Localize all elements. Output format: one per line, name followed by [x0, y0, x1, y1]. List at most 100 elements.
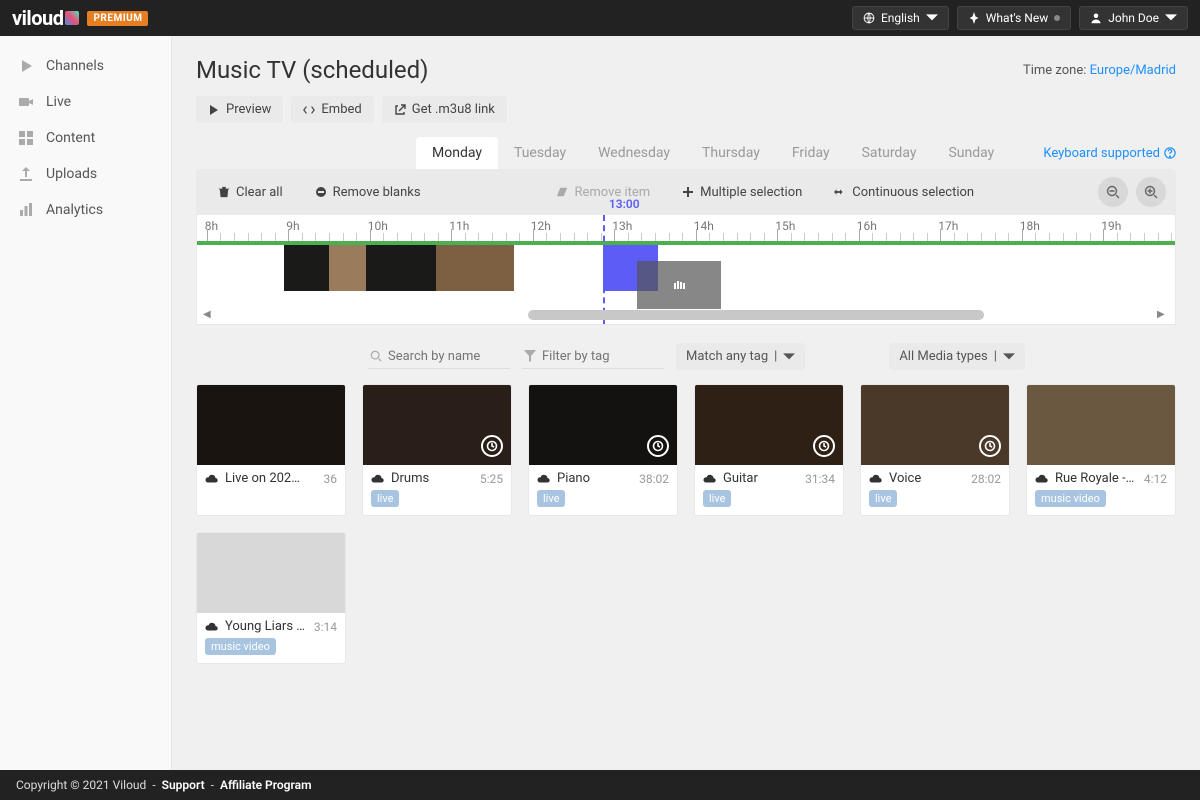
whats-new-button[interactable]: What's New: [957, 6, 1071, 30]
m3u8-button[interactable]: Get .m3u8 link: [382, 96, 507, 123]
embed-button[interactable]: Embed: [291, 96, 373, 123]
continuous-selection-button[interactable]: Continuous selection: [822, 179, 986, 206]
tag-input[interactable]: [542, 349, 662, 364]
cloud-icon: [205, 473, 219, 485]
zoom-out-button[interactable]: [1098, 177, 1128, 207]
media-duration: 3:14: [314, 620, 337, 634]
media-thumbnail[interactable]: [1027, 385, 1175, 465]
support-link[interactable]: Support: [162, 778, 205, 792]
chevron-down-icon: [926, 12, 938, 24]
scrollbar-thumb[interactable]: [528, 310, 984, 320]
sidebar-item-channels[interactable]: Channels: [0, 48, 171, 84]
media-types-dropdown[interactable]: All Media types |: [889, 343, 1025, 370]
remove-blanks-button[interactable]: Remove blanks: [303, 179, 433, 206]
search-input[interactable]: [388, 349, 508, 364]
match-tag-dropdown[interactable]: Match any tag |: [676, 343, 805, 370]
tab-thursday[interactable]: Thursday: [686, 137, 776, 169]
language-selector[interactable]: English: [852, 6, 949, 30]
media-thumbnail[interactable]: [861, 385, 1009, 465]
timeline[interactable]: 8h9h10h11h12h13h14h15h16h17h18h19h 13:00…: [196, 215, 1176, 325]
tab-saturday[interactable]: Saturday: [846, 137, 933, 169]
timeline-clip[interactable]: [329, 245, 366, 291]
media-card[interactable]: Drums5:25live: [362, 384, 512, 516]
tag-input-wrap[interactable]: [522, 345, 664, 369]
sidebar-item-content[interactable]: Content: [0, 120, 171, 156]
preview-button[interactable]: Preview: [196, 96, 283, 123]
language-label: English: [881, 11, 920, 25]
play-icon: [18, 58, 34, 74]
timeline-clip[interactable]: [420, 245, 436, 291]
media-title: Drums: [391, 471, 429, 486]
media-duration: 28:02: [971, 472, 1001, 486]
media-card[interactable]: Guitar31:34live: [694, 384, 844, 516]
page-title: Music TV (scheduled): [196, 56, 429, 84]
cloud-icon: [869, 473, 883, 485]
tab-tuesday[interactable]: Tuesday: [498, 137, 582, 169]
media-duration: 31:34: [805, 472, 835, 486]
tabs-row: MondayTuesdayWednesdayThursdayFridaySatu…: [196, 137, 1176, 169]
play-icon: [208, 104, 220, 116]
sidebar: Channels Live Content Uploads Analytics: [0, 36, 172, 770]
clear-all-button[interactable]: Clear all: [206, 179, 295, 206]
sidebar-item-live[interactable]: Live: [0, 84, 171, 120]
scroll-right-arrow[interactable]: ▶: [1157, 309, 1169, 320]
logo-mark-icon: [65, 11, 79, 25]
playhead[interactable]: 13:00: [603, 215, 605, 324]
media-thumbnail[interactable]: [197, 533, 345, 613]
keyboard-supported-link[interactable]: Keyboard supported: [1043, 146, 1176, 161]
remove-icon: [315, 186, 327, 198]
affiliate-link[interactable]: Affiliate Program: [220, 778, 312, 792]
logo[interactable]: viloud: [12, 6, 79, 30]
media-title: Live on 2021,...: [225, 471, 305, 486]
plus-icon: [682, 186, 694, 198]
search-input-wrap[interactable]: [368, 345, 510, 369]
cloud-icon: [537, 473, 551, 485]
sidebar-item-label: Content: [46, 130, 95, 146]
multiple-selection-button[interactable]: Multiple selection: [670, 179, 814, 206]
timeline-clip[interactable]: [284, 245, 329, 291]
camera-icon: [18, 94, 34, 110]
media-thumbnail[interactable]: [363, 385, 511, 465]
zoom-in-button[interactable]: [1136, 177, 1166, 207]
timeline-clip[interactable]: [366, 245, 420, 291]
separator: -: [152, 778, 155, 792]
tab-friday[interactable]: Friday: [776, 137, 846, 169]
tab-monday[interactable]: Monday: [416, 137, 498, 169]
ruler-label: 18h: [1020, 219, 1040, 233]
timeline-clip[interactable]: [436, 245, 514, 291]
timezone-link[interactable]: Europe/Madrid: [1090, 63, 1176, 78]
cloud-icon: [205, 621, 219, 633]
sidebar-item-label: Uploads: [46, 166, 97, 182]
media-card[interactable]: Voice28:02live: [860, 384, 1010, 516]
clock-icon: [979, 435, 1001, 457]
media-card[interactable]: Piano38:02live: [528, 384, 678, 516]
grid-icon: [18, 130, 34, 146]
cloud-icon: [703, 473, 717, 485]
eraser-icon: [556, 186, 568, 198]
filter-row: Match any tag | All Media types |: [196, 343, 1176, 370]
sidebar-item-analytics[interactable]: Analytics: [0, 192, 171, 228]
media-thumbnail[interactable]: [529, 385, 677, 465]
playhead-label: 13:00: [609, 197, 640, 211]
media-card[interactable]: Rue Royale - ...4:12music video: [1026, 384, 1176, 516]
footer: Copyright © 2021 Viloud - Support - Affi…: [0, 770, 1200, 800]
ruler-label: 13h: [612, 219, 632, 233]
media-thumbnail[interactable]: [197, 385, 345, 465]
media-duration: 5:25: [480, 472, 503, 486]
ruler-label: 12h: [531, 219, 551, 233]
button-label: Continuous selection: [852, 185, 974, 200]
scrollbar-track[interactable]: [221, 310, 1151, 320]
clock-icon: [647, 435, 669, 457]
ruler-label: 16h: [857, 219, 877, 233]
tab-wednesday[interactable]: Wednesday: [582, 137, 686, 169]
user-name: John Doe: [1108, 11, 1159, 25]
help-icon: [1164, 147, 1176, 159]
tab-sunday[interactable]: Sunday: [932, 137, 1010, 169]
scroll-left-arrow[interactable]: ◀: [203, 309, 215, 320]
user-menu[interactable]: John Doe: [1079, 6, 1188, 30]
media-thumbnail[interactable]: [695, 385, 843, 465]
sidebar-item-uploads[interactable]: Uploads: [0, 156, 171, 192]
media-card[interactable]: Young Liars - ...3:14music video: [196, 532, 346, 664]
media-card[interactable]: Live on 2021,...36: [196, 384, 346, 516]
trash-icon: [218, 186, 230, 198]
